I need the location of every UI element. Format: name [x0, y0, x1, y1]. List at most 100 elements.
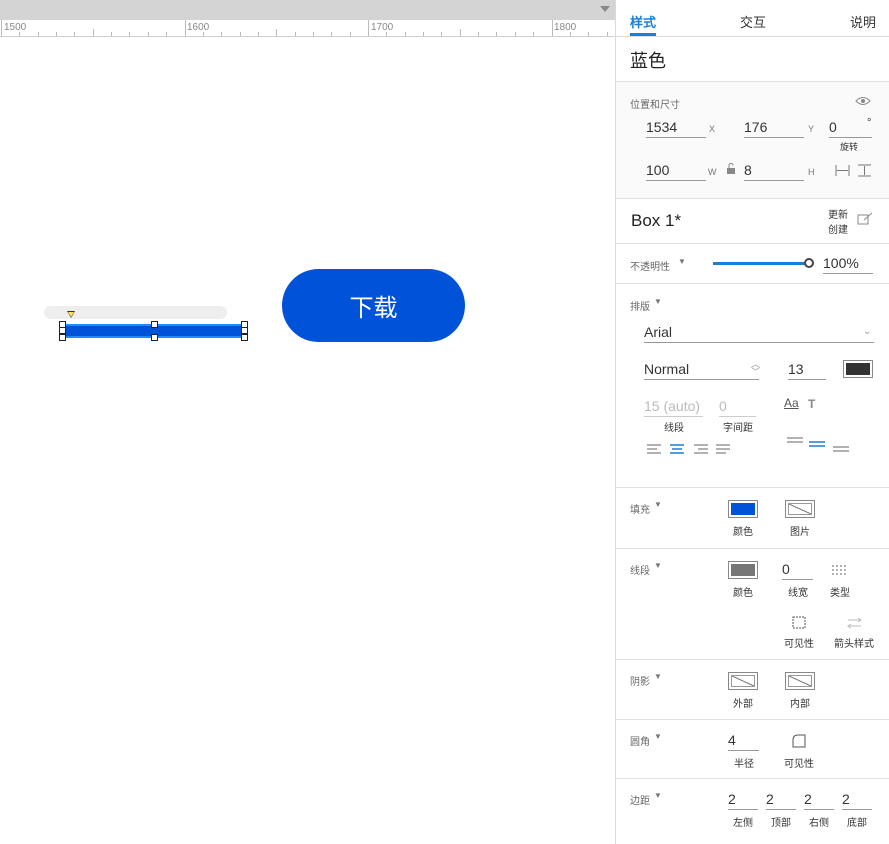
stepper-icon[interactable]: ︿ ﹀ — [751, 360, 760, 377]
ruler-tick — [404, 32, 406, 36]
fill-image-swatch[interactable] — [785, 500, 815, 518]
fit-height-icon[interactable] — [857, 164, 872, 177]
ruler-tick — [331, 32, 333, 36]
position-size-section: 位置和尺寸 1534 X 176 Y 0 ° 旋转 100 W 8 H — [616, 82, 889, 199]
align-center-icon[interactable] — [670, 444, 685, 455]
padding-left-input[interactable]: 2 — [728, 791, 758, 810]
padding-top-input[interactable]: 2 — [766, 791, 796, 810]
dropdown-caret-icon[interactable]: ▼ — [654, 672, 662, 681]
stroke-label: 线段 — [630, 566, 650, 577]
y-input[interactable]: 176 — [744, 119, 804, 138]
ruler-label: 1500 — [4, 22, 27, 33]
resize-handle[interactable] — [241, 327, 248, 334]
x-input[interactable]: 1534 — [646, 119, 706, 138]
chevron-down-icon[interactable] — [600, 6, 610, 12]
corner-radius-input[interactable]: 4 — [728, 732, 759, 751]
padding-right-input[interactable]: 2 — [804, 791, 834, 810]
resize-handle[interactable] — [151, 321, 158, 328]
rotation-input[interactable]: 0 — [829, 119, 872, 138]
valign-top-icon[interactable] — [787, 437, 804, 447]
char-spacing-label: 字间距 — [723, 423, 753, 434]
ruler-label: 1800 — [554, 22, 577, 33]
fill-section: 填充 ▼ 颜色 图片 — [616, 488, 889, 549]
resize-handle[interactable] — [151, 334, 158, 341]
fill-color-swatch[interactable] — [728, 500, 758, 518]
align-left-icon[interactable] — [647, 444, 662, 455]
line-spacing-label: 线段 — [664, 423, 684, 434]
ruler-tick — [129, 32, 131, 36]
char-spacing-input[interactable]: 0 — [719, 398, 756, 417]
style-name[interactable]: 蓝色 — [630, 47, 666, 73]
ruler-tick — [478, 32, 480, 36]
tab-notes[interactable]: 说明 — [850, 12, 876, 31]
padding-bottom-label: 底部 — [847, 818, 867, 829]
anchor-marker-icon[interactable] — [67, 311, 75, 318]
ruler-tick — [257, 32, 259, 36]
inspector-panel: 样式 交互 说明 蓝色 位置和尺寸 1534 X 176 Y 0 ° 旋转 10… — [615, 0, 889, 844]
opacity-slider-thumb[interactable] — [804, 258, 814, 268]
dropdown-caret-icon[interactable]: ▼ — [654, 561, 662, 570]
line-spacing-input[interactable]: 15 (auto) — [644, 398, 703, 417]
dropdown-caret-icon[interactable]: ▼ — [654, 791, 662, 800]
opacity-input[interactable]: 100% — [823, 255, 873, 274]
stroke-width-input[interactable]: 0 — [782, 561, 813, 580]
stroke-type-label: 类型 — [830, 588, 850, 599]
edit-style-icon[interactable] — [857, 212, 873, 226]
tab-style[interactable]: 样式 — [630, 12, 656, 31]
text-shadow-icon[interactable]: T — [808, 397, 815, 411]
font-color-swatch[interactable] — [843, 360, 873, 378]
ruler-tick — [111, 32, 113, 36]
width-input[interactable]: 100 — [646, 162, 706, 181]
stroke-width-label: 线宽 — [788, 588, 808, 599]
dropdown-caret-icon[interactable]: ▼ — [654, 500, 662, 509]
update-link[interactable]: 更新 — [828, 206, 848, 221]
dropdown-caret-icon[interactable]: ▼ — [678, 257, 686, 266]
resize-handle[interactable] — [59, 327, 66, 334]
outer-shadow-swatch[interactable] — [728, 672, 758, 690]
lock-open-icon[interactable] — [726, 163, 736, 174]
tab-interaction[interactable]: 交互 — [740, 12, 766, 31]
create-link[interactable]: 创建 — [828, 221, 848, 236]
stroke-type-icon[interactable] — [832, 564, 848, 576]
chevron-down-icon[interactable]: ⌄ — [863, 326, 871, 337]
font-family-select[interactable]: Arial — [644, 324, 874, 343]
design-canvas[interactable]: 1500 1600 1700 1800 下载 — [0, 0, 615, 844]
opacity-slider-track[interactable] — [713, 262, 808, 265]
ruler-tick — [19, 32, 21, 36]
font-weight-select[interactable]: Normal — [644, 361, 759, 380]
shadow-label: 阴影 — [630, 677, 650, 688]
box-name[interactable]: Box 1* — [631, 211, 681, 231]
ruler-tick — [588, 32, 590, 36]
ruler-tick — [386, 32, 388, 36]
align-right-icon[interactable] — [694, 444, 709, 455]
typography-label: 排版 — [630, 302, 650, 313]
valign-bottom-icon[interactable] — [833, 444, 850, 454]
arrow-style-icon[interactable] — [847, 617, 862, 629]
border-visibility-icon[interactable] — [792, 616, 806, 629]
download-button[interactable]: 下载 — [282, 269, 465, 342]
eye-icon[interactable] — [855, 96, 871, 106]
stroke-color-swatch[interactable] — [728, 561, 758, 579]
height-input[interactable]: 8 — [744, 162, 804, 181]
dropdown-caret-icon[interactable]: ▼ — [654, 297, 662, 306]
fill-label: 填充 — [630, 505, 650, 516]
align-justify-icon[interactable] — [716, 444, 731, 455]
ruler-tick — [147, 32, 149, 36]
padding-right-label: 右侧 — [809, 818, 829, 829]
resize-handle[interactable] — [59, 334, 66, 341]
ruler-tick — [312, 32, 314, 36]
padding-bottom-input[interactable]: 2 — [842, 791, 872, 810]
degree-symbol: ° — [867, 117, 872, 129]
dropdown-caret-icon[interactable]: ▼ — [654, 732, 662, 741]
rounded-corner-icon[interactable] — [792, 734, 806, 748]
text-case-icon[interactable]: Aa — [784, 396, 799, 410]
shadow-section: 阴影 ▼ 外部 内部 — [616, 660, 889, 720]
fit-width-icon[interactable] — [835, 164, 850, 177]
stroke-section: 线段 ▼ 颜色 0 线宽 类型 可见性 箭头样式 — [616, 549, 889, 660]
valign-middle-icon[interactable] — [809, 440, 826, 450]
inner-shadow-swatch[interactable] — [785, 672, 815, 690]
font-size-input[interactable]: 13 — [788, 361, 826, 380]
active-tab-indicator — [630, 33, 656, 36]
resize-handle[interactable] — [241, 334, 248, 341]
ruler-tick — [37, 32, 39, 36]
